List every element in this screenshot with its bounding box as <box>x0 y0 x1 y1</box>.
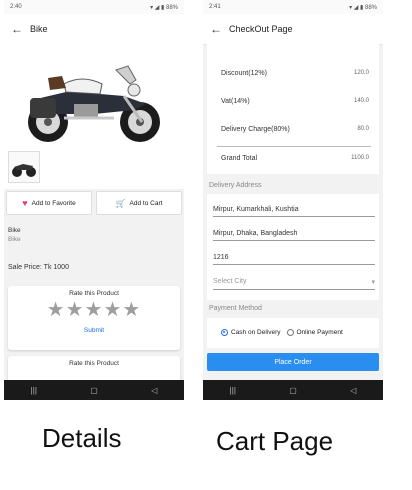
heart-icon: ♥ <box>22 198 28 208</box>
rating-card: Rate this Product ★★★★★ Submit <box>8 286 180 350</box>
place-order-button[interactable]: Place Order <box>207 353 379 371</box>
payment-options: Cash on Delivery Online Payment <box>207 318 379 348</box>
add-to-favorite-button[interactable]: ♥ Add to Favorite <box>6 191 92 215</box>
nav-back-icon[interactable]: ◁ <box>151 386 157 395</box>
status-time: 2:41 <box>209 4 221 10</box>
motorcycle-thumbnail <box>12 164 36 177</box>
system-nav-bar: ||| ▢ ◁ <box>4 380 184 400</box>
nav-home-icon[interactable]: ▢ <box>90 386 98 395</box>
cart-icon: 🛒 <box>115 198 126 208</box>
grand-total-value: 1100.0 <box>351 155 369 161</box>
details-screen: 2:40 ▾ ◢ ▮ 88% ← Bike ♥ Add to Favorite … <box>4 0 184 400</box>
delivery-address-label: Delivery Address <box>209 182 262 189</box>
system-nav-bar: ||| ▢ ◁ <box>203 380 383 400</box>
star-rating[interactable]: ★★★★★ <box>8 299 180 321</box>
app-bar: ← CheckOut Page <box>203 14 383 45</box>
radio-selected-icon <box>221 329 228 337</box>
motorcycle-image <box>28 65 160 142</box>
cash-on-delivery-option[interactable]: Cash on Delivery <box>221 329 281 337</box>
page-title: Bike <box>30 24 48 34</box>
back-arrow-icon[interactable]: ← <box>203 22 229 36</box>
thumbnail-row <box>4 149 184 189</box>
summary-row-delivery: Delivery Charge(80%) 80.0 <box>221 126 369 133</box>
status-time: 2:40 <box>10 4 22 10</box>
payment-method-label: Payment Method <box>209 305 262 312</box>
summary-value: 140.0 <box>353 98 369 104</box>
address-form: Mirpur, Kumarkhali, Kushtia Mirpur, Dhak… <box>207 194 379 300</box>
address-line1-input[interactable]: Mirpur, Kumarkhali, Kushtia <box>213 206 375 217</box>
city-select-placeholder: Select City <box>213 278 247 285</box>
checkout-screen: 2:41 ▾ ◢ ▮ 88% ← CheckOut Page Discount(… <box>203 0 383 400</box>
summary-label: Delivery Charge(80%) <box>221 126 290 133</box>
product-info: Bike Bike <box>8 226 21 244</box>
action-buttons: ♥ Add to Favorite 🛒 Add to Cart <box>4 191 184 215</box>
status-icons: ▾ ◢ ▮ 88% <box>150 4 178 11</box>
radio-unselected-icon <box>286 329 294 337</box>
status-bar: 2:40 ▾ ◢ ▮ 88% <box>4 0 184 14</box>
zip-input[interactable]: 1216 <box>213 254 375 265</box>
nav-recent-icon[interactable]: ||| <box>230 386 236 395</box>
summary-value: 120.0 <box>353 70 369 76</box>
grand-total-row: Grand Total 1100.0 <box>221 155 369 162</box>
nav-back-icon[interactable]: ◁ <box>350 386 356 395</box>
online-payment-label: Online Payment <box>296 329 343 337</box>
cash-on-delivery-label: Cash on Delivery <box>231 329 281 337</box>
city-select[interactable]: Select City ▾ <box>213 278 375 290</box>
divider <box>217 146 371 147</box>
address-line2-input[interactable]: Mirpur, Dhaka, Bangladesh <box>213 230 375 241</box>
submit-button[interactable]: Submit <box>8 327 180 334</box>
page-title: CheckOut Page <box>229 24 293 34</box>
summary-label: Discount(12%) <box>221 70 267 77</box>
product-price: Sale Price: Tk 1000 <box>8 264 69 271</box>
rating-title: Rate this Product <box>69 290 119 297</box>
add-to-cart-button[interactable]: 🛒 Add to Cart <box>96 191 182 215</box>
summary-label: Vat(14%) <box>221 98 250 105</box>
summary-row-vat: Vat(14%) 140.0 <box>221 98 369 105</box>
product-name: Bike <box>8 227 21 234</box>
nav-recent-icon[interactable]: ||| <box>31 386 37 395</box>
order-summary: Discount(12%) 120.0 Vat(14%) 140.0 Deliv… <box>207 44 379 174</box>
caption-cart-page: Cart Page <box>216 426 334 456</box>
cart-label: Add to Cart <box>129 199 163 207</box>
favorite-label: Add to Favorite <box>31 199 76 207</box>
product-category: Bike <box>8 236 21 243</box>
app-bar: ← Bike <box>4 14 184 45</box>
grand-total-label: Grand Total <box>221 155 258 162</box>
online-payment-option[interactable]: Online Payment <box>286 329 343 337</box>
product-image <box>4 44 184 149</box>
summary-value: 80.0 <box>357 126 369 132</box>
thumbnail-item[interactable] <box>8 151 40 183</box>
rating-title-2: Rate this Product <box>69 360 119 367</box>
status-icons: ▾ ◢ ▮ 88% <box>349 4 377 11</box>
summary-row-discount: Discount(12%) 120.0 <box>221 70 369 77</box>
dropdown-arrow-icon: ▾ <box>371 279 375 286</box>
status-bar: 2:41 ▾ ◢ ▮ 88% <box>203 0 383 14</box>
back-arrow-icon[interactable]: ← <box>4 22 30 36</box>
nav-home-icon[interactable]: ▢ <box>289 386 297 395</box>
caption-details: Details <box>42 423 122 453</box>
